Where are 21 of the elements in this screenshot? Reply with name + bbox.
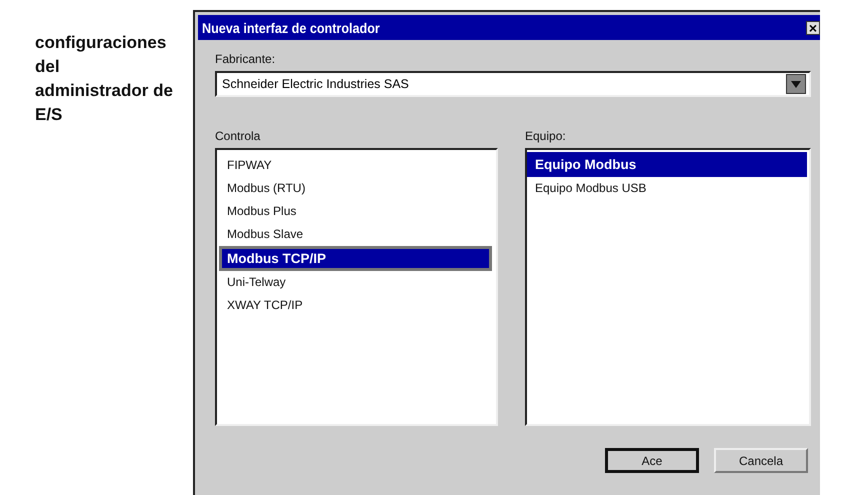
caption-line: configuraciones [35, 32, 168, 54]
list-item[interactable]: Equipo Modbus USB [527, 177, 807, 200]
list-item[interactable]: FIPWAY [219, 154, 492, 177]
cancel-button[interactable]: Cancela [714, 448, 808, 473]
list-item[interactable]: Modbus Plus [219, 200, 492, 223]
close-button[interactable]: × [806, 20, 820, 34]
list-item[interactable]: Modbus Slave [219, 223, 492, 246]
accept-button[interactable]: Ace [605, 448, 699, 473]
list-item[interactable]: XWAY TCP/IP [219, 294, 492, 317]
field-label: Fabricante: [215, 52, 276, 66]
manufacturer-dropdown[interactable]: Schneider Electric Industries SAS [215, 71, 811, 97]
caption-line: E/S [35, 104, 64, 126]
caption-line: del [35, 56, 61, 78]
window-title: Nueva interfaz de controlador [202, 20, 380, 36]
list-label: Controla [215, 129, 260, 143]
list-item[interactable]: Equipo Modbus [527, 152, 807, 177]
list-item[interactable]: Modbus TCP/IP [219, 246, 492, 271]
list-item[interactable]: Modbus (RTU) [219, 177, 492, 200]
list-label: Equipo: [525, 129, 566, 143]
caption-line: administrador de [35, 80, 174, 102]
list-item[interactable]: Uni-Telway [219, 271, 492, 294]
